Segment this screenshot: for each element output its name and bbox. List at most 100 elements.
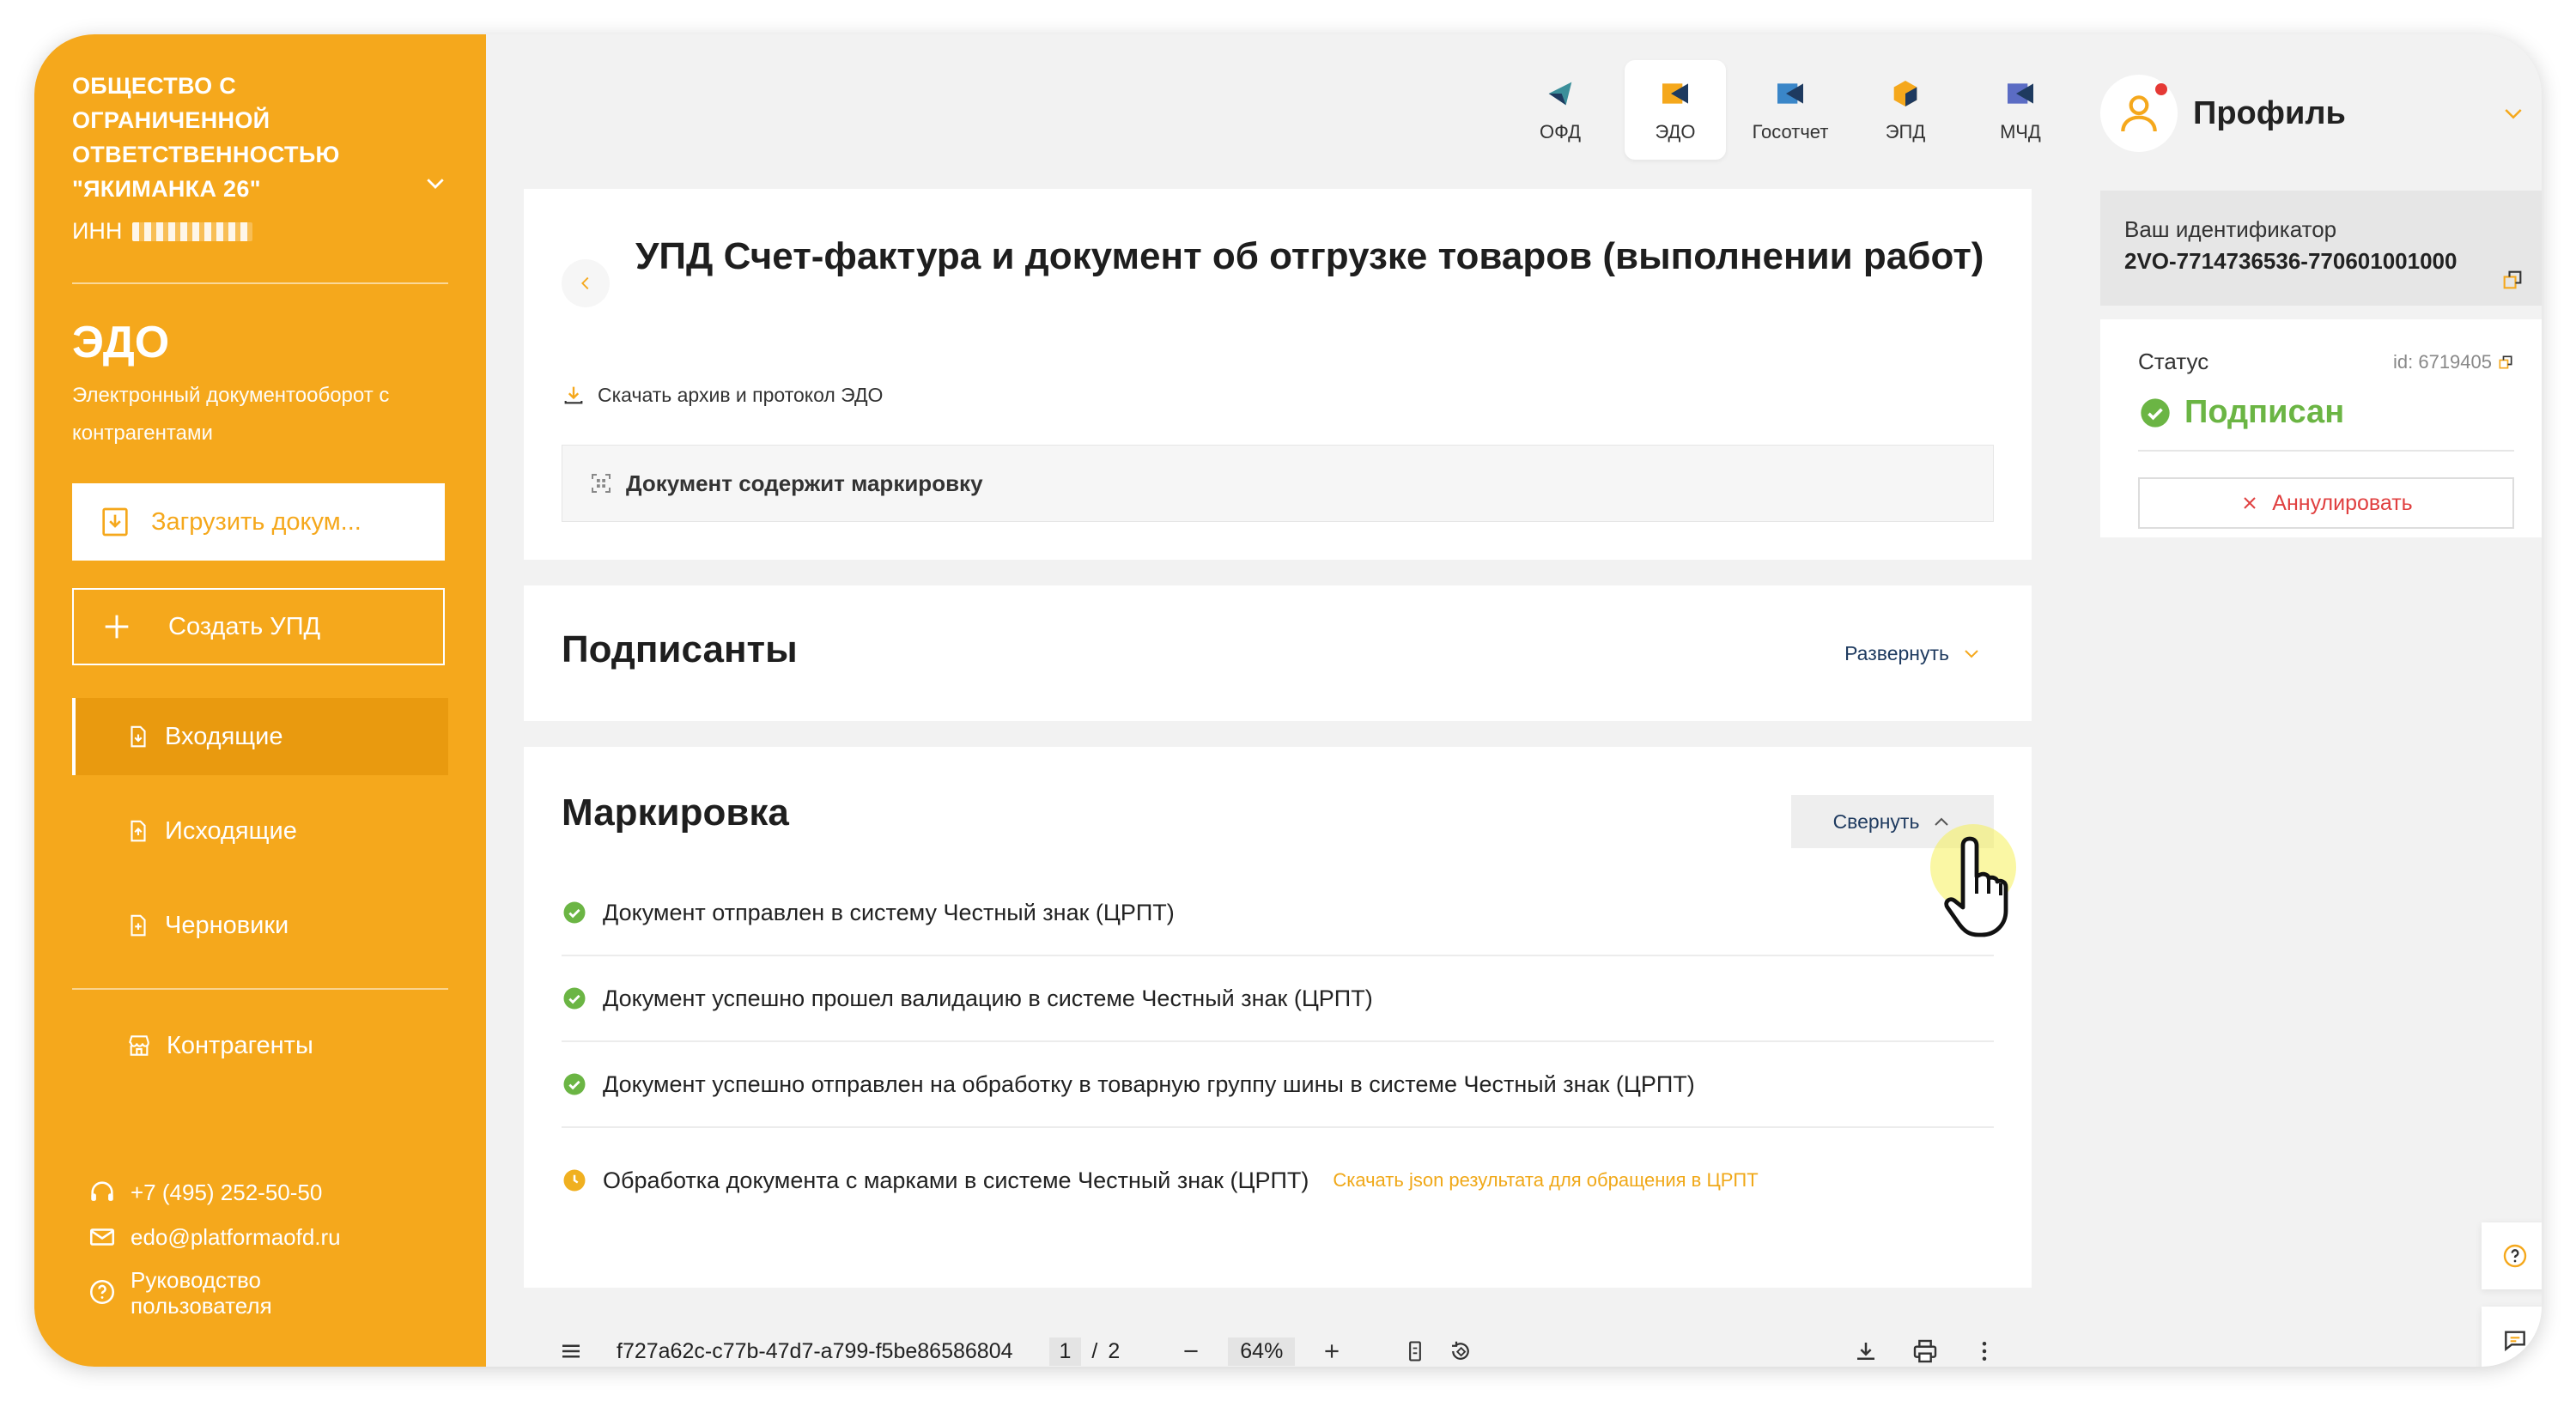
print-icon[interactable] xyxy=(1911,1337,1939,1365)
tab-mchd[interactable]: МЧД xyxy=(1970,60,2071,160)
inn-masked-value xyxy=(132,221,253,241)
upload-document-label: Загрузить докум... xyxy=(151,507,361,536)
tab-label: ОФД xyxy=(1539,121,1581,143)
upload-document-button[interactable]: Загрузить докум... xyxy=(72,483,445,561)
sidebar-item-label: Входящие xyxy=(165,722,283,750)
download-icon[interactable] xyxy=(1853,1338,1879,1364)
zoom-level[interactable]: 64% xyxy=(1228,1337,1296,1366)
support-email-text: edo@platformaofd.ru xyxy=(131,1223,341,1250)
tab-edo[interactable]: ЭДО xyxy=(1625,60,1726,160)
user-icon xyxy=(2121,95,2157,132)
check-circle-icon xyxy=(2141,397,2170,428)
marking-title: Маркировка xyxy=(562,791,789,834)
document-incoming-icon xyxy=(131,725,146,748)
copy-icon[interactable] xyxy=(2500,268,2524,292)
document-draft-icon xyxy=(131,914,146,937)
close-icon xyxy=(2244,497,2256,509)
tab-label: ЭДО xyxy=(1655,121,1696,143)
signers-card: Подписанты Развернуть xyxy=(524,585,2032,721)
pdf-filename: f727a62c-c77b-47d7-a799-f5be86586804 xyxy=(617,1338,1013,1363)
list-item: Документ успешно прошел валидацию в сист… xyxy=(562,956,1994,1042)
profile-menu[interactable]: Профиль xyxy=(2100,70,2542,156)
document-header-card: УПД Счет-фактура и документ об отгрузке … xyxy=(524,189,2032,560)
status-text: Документ успешно отправлен на обработку … xyxy=(603,1070,1695,1097)
check-circle-icon xyxy=(563,987,586,1010)
document-id-text: id: 6719405 xyxy=(2393,350,2492,373)
expand-signers-label: Развернуть xyxy=(1844,642,1949,664)
epd-icon xyxy=(1893,81,1917,106)
sidebar-item-label: Черновики xyxy=(165,911,289,939)
back-button[interactable] xyxy=(562,259,610,307)
marking-card: Маркировка Свернуть Документ отправлен в… xyxy=(524,747,2032,1288)
create-upd-label: Создать УПД xyxy=(168,612,321,640)
signers-title: Подписанты xyxy=(562,628,798,670)
support-phone[interactable]: +7 (495) 252-50-50 xyxy=(88,1178,448,1207)
download-archive-link[interactable]: Скачать архив и протокол ЭДО xyxy=(562,383,883,407)
module-tabs: ОФД ЭДО Госотчет ЭПД МЧД xyxy=(1510,60,2071,160)
chevron-up-icon xyxy=(1935,817,1949,826)
chevron-down-icon[interactable] xyxy=(2500,101,2526,127)
support-email[interactable]: edo@platformaofd.ru xyxy=(88,1222,448,1252)
support-contacts: +7 (495) 252-50-50 edo@platformaofd.ru Р… xyxy=(88,1162,448,1319)
plus-icon[interactable] xyxy=(1321,1340,1343,1362)
status-text: Документ отправлен в систему Честный зна… xyxy=(603,899,1175,925)
check-circle-icon xyxy=(563,1073,586,1095)
list-item: Обработка документа с марками в системе … xyxy=(562,1128,1994,1233)
page-total: 2 xyxy=(1108,1338,1121,1363)
status-text: Документ успешно прошел валидацию в сист… xyxy=(603,985,1373,1011)
download-json-link[interactable]: Скачать json результата для обращения в … xyxy=(1333,1169,1758,1192)
support-phone-text: +7 (495) 252-50-50 xyxy=(131,1179,323,1205)
sidebar-item-incoming[interactable]: Входящие xyxy=(72,698,448,775)
status-divider xyxy=(2138,450,2514,452)
sidebar-item-counterparties[interactable]: Контрагенты xyxy=(72,1007,448,1084)
help-circle-icon xyxy=(89,1279,115,1305)
tab-gosotchet[interactable]: Госотчет xyxy=(1740,60,1841,160)
more-vertical-icon[interactable] xyxy=(1971,1338,1997,1364)
store-icon xyxy=(129,1035,149,1056)
list-item: Документ отправлен в систему Честный зна… xyxy=(562,870,1994,956)
upload-file-icon xyxy=(102,507,128,537)
sidebar-item-label: Исходящие xyxy=(165,816,297,845)
zoom-controls: 64% xyxy=(1180,1337,1473,1366)
create-upd-button[interactable]: Создать УПД xyxy=(72,588,445,665)
tab-label: Госотчет xyxy=(1752,121,1829,143)
annul-button[interactable]: Аннулировать xyxy=(2138,477,2514,529)
list-item: Документ успешно отправлен на обработку … xyxy=(562,1042,1994,1128)
hand-pointer-icon xyxy=(1944,836,2008,937)
status-label: Статус xyxy=(2138,349,2209,374)
tab-epd[interactable]: ЭПД xyxy=(1855,60,1956,160)
sidebar-item-drafts[interactable]: Черновики xyxy=(72,887,448,964)
chevron-down-icon[interactable] xyxy=(422,170,448,196)
collapse-marking-label: Свернуть xyxy=(1832,810,1920,833)
rotate-icon[interactable] xyxy=(1448,1338,1473,1364)
edo-icon xyxy=(1662,83,1688,104)
copy-icon[interactable] xyxy=(2497,354,2514,371)
notification-dot xyxy=(2155,83,2167,95)
org-switcher[interactable]: Общество с ограниченной ответственностью… xyxy=(72,69,448,245)
expand-signers-button[interactable]: Развернуть xyxy=(1844,642,1982,665)
fit-page-icon[interactable] xyxy=(1403,1339,1427,1363)
status-text: Обработка документа с марками в системе … xyxy=(603,1167,1309,1193)
tab-ofd[interactable]: ОФД xyxy=(1510,60,1611,160)
user-guide-text: Руководство пользователя xyxy=(131,1267,272,1319)
sidebar-nav: Входящие Исходящие Черновики Контрагенты xyxy=(72,698,448,1084)
sidebar-item-outgoing[interactable]: Исходящие xyxy=(72,792,448,870)
user-guide-link[interactable]: Руководство пользователя xyxy=(88,1267,448,1319)
gosotchet-icon xyxy=(1777,83,1803,104)
check-circle-icon xyxy=(563,901,586,924)
headset-icon xyxy=(91,1181,113,1201)
tab-label: ЭПД xyxy=(1885,121,1926,143)
chat-button[interactable] xyxy=(2482,1307,2542,1367)
scan-code-icon xyxy=(592,474,611,493)
pdf-viewer-toolbar: f727a62c-c77b-47d7-a799-f5be86586804 1 /… xyxy=(524,1310,2032,1367)
marking-banner: Документ содержит маркировку xyxy=(562,445,1994,522)
avatar xyxy=(2100,75,2178,152)
page-separator: / xyxy=(1091,1338,1098,1363)
marking-banner-text: Документ содержит маркировку xyxy=(626,470,983,496)
status-value-text: Подписан xyxy=(2184,394,2345,430)
help-button[interactable] xyxy=(2482,1222,2542,1289)
minus-icon[interactable] xyxy=(1180,1340,1202,1362)
page-indicator: 1 / 2 xyxy=(1048,1337,1121,1366)
page-number-input[interactable]: 1 xyxy=(1048,1337,1082,1366)
menu-icon[interactable] xyxy=(558,1338,584,1364)
